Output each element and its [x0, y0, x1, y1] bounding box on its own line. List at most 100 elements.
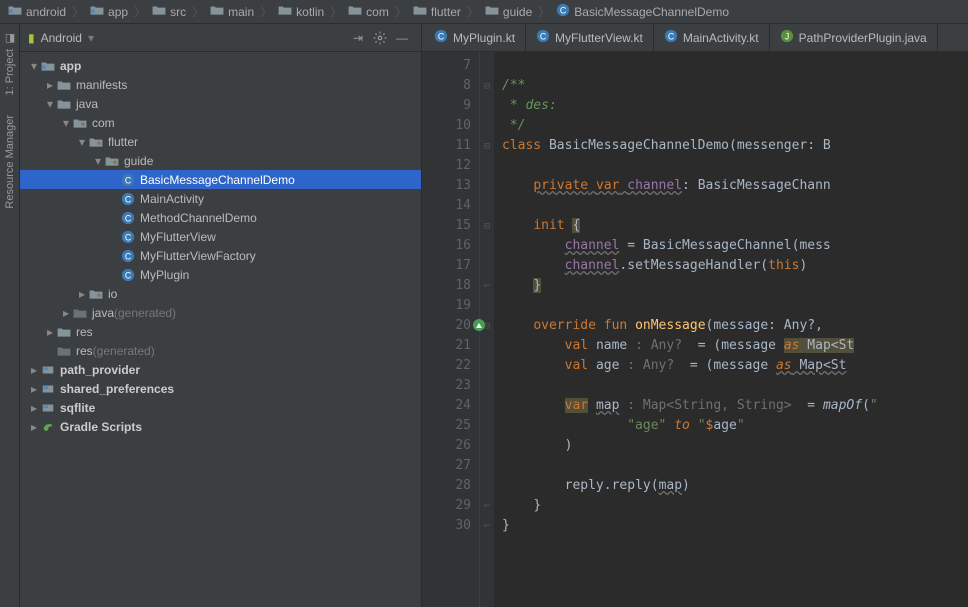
tree-row[interactable]: ▾guide [20, 151, 421, 170]
chevron-right-icon[interactable]: ▸ [60, 306, 72, 320]
gear-icon[interactable] [369, 27, 391, 49]
code-line[interactable]: channel.setMessageHandler(this) [502, 256, 968, 276]
editor-tab[interactable]: CMyFlutterView.kt [526, 24, 654, 51]
code-line[interactable] [502, 376, 968, 396]
override-gutter-icon[interactable] [473, 319, 485, 331]
line-number[interactable]: 24 [422, 396, 471, 416]
breadcrumb-item[interactable]: guide [481, 4, 536, 19]
chevron-right-icon[interactable]: ▸ [28, 382, 40, 396]
line-number[interactable]: 8 [422, 76, 471, 96]
line-number[interactable]: 13 [422, 176, 471, 196]
line-number[interactable]: 18 [422, 276, 471, 296]
editor-tab[interactable]: CMyPlugin.kt [424, 24, 526, 51]
chevron-down-icon[interactable]: ▾ [92, 154, 104, 168]
code-line[interactable]: } [502, 496, 968, 516]
tree-row[interactable]: ▸java (generated) [20, 303, 421, 322]
code-line[interactable] [502, 296, 968, 316]
code-line[interactable]: val name : Any? = (message as Map<St [502, 336, 968, 356]
code-line[interactable]: */ [502, 116, 968, 136]
tool-tab-project[interactable]: 1: Project ◧ [4, 32, 16, 95]
chevron-down-icon[interactable]: ▾ [28, 59, 40, 73]
code-line[interactable]: channel = BasicMessageChannel(mess [502, 236, 968, 256]
code-line[interactable]: /** [502, 76, 968, 96]
code-area[interactable]: 7891011121314151617181920212223242526272… [422, 52, 968, 607]
line-number[interactable]: 23 [422, 376, 471, 396]
line-number[interactable]: 10 [422, 116, 471, 136]
code-line[interactable]: init { [502, 216, 968, 236]
code-content[interactable]: /** * des: */class BasicMessageChannelDe… [494, 52, 968, 607]
code-line[interactable]: var map : Map<String, String> = mapOf(" [502, 396, 968, 416]
chevron-down-icon[interactable]: ▾ [76, 135, 88, 149]
line-number[interactable]: 16 [422, 236, 471, 256]
code-line[interactable]: override fun onMessage(message: Any?, [502, 316, 968, 336]
line-number[interactable]: 19 [422, 296, 471, 316]
code-line[interactable]: val age : Any? = (message as Map<St [502, 356, 968, 376]
tree-row[interactable]: ▾java [20, 94, 421, 113]
tree-row[interactable]: CMainActivity [20, 189, 421, 208]
hide-icon[interactable]: — [391, 27, 413, 49]
fold-open-icon[interactable]: ⊟ [480, 216, 494, 236]
code-line[interactable]: * des: [502, 96, 968, 116]
tree-row[interactable]: CMethodChannelDemo [20, 208, 421, 227]
breadcrumb-item[interactable]: flutter [409, 4, 465, 19]
breadcrumb-item[interactable]: android [4, 4, 70, 19]
line-number[interactable]: 30 [422, 516, 471, 536]
chevron-right-icon[interactable]: ▸ [76, 287, 88, 301]
breadcrumb-item[interactable]: main [206, 4, 258, 19]
line-number[interactable]: 25 [422, 416, 471, 436]
line-number[interactable]: 29 [422, 496, 471, 516]
tree-row[interactable]: CBasicMessageChannelDemo [20, 170, 421, 189]
code-line[interactable] [502, 156, 968, 176]
code-line[interactable]: reply.reply(map) [502, 476, 968, 496]
tree-row[interactable]: CMyFlutterView [20, 227, 421, 246]
code-line[interactable]: class BasicMessageChannelDemo(messenger:… [502, 136, 968, 156]
editor-tab[interactable]: JPathProviderPlugin.java [770, 24, 938, 51]
line-number[interactable]: 21 [422, 336, 471, 356]
chevron-right-icon[interactable]: ▸ [28, 363, 40, 377]
code-line[interactable] [502, 196, 968, 216]
code-line[interactable] [502, 56, 968, 76]
fold-close-icon[interactable]: ⌐ [480, 276, 494, 296]
breadcrumb-item[interactable]: src [148, 4, 190, 19]
tree-row[interactable]: ▸manifests [20, 75, 421, 94]
tool-tab-resource-manager[interactable]: Resource Manager [4, 115, 16, 209]
breadcrumb-item[interactable]: kotlin [274, 4, 328, 19]
breadcrumb-item[interactable]: app [86, 4, 132, 19]
tree-row[interactable]: ▾app [20, 56, 421, 75]
tree-row[interactable]: ▾com [20, 113, 421, 132]
tree-row[interactable]: ▸shared_preferences [20, 379, 421, 398]
fold-open-icon[interactable]: ⊟ [480, 136, 494, 156]
chevron-down-icon[interactable]: ▾ [60, 116, 72, 130]
tree-row[interactable]: ▸io [20, 284, 421, 303]
editor-tab[interactable]: CMainActivity.kt [654, 24, 770, 51]
line-number[interactable]: 11 [422, 136, 471, 156]
line-gutter[interactable]: 7891011121314151617181920212223242526272… [422, 52, 480, 607]
line-number[interactable]: 14 [422, 196, 471, 216]
line-number[interactable]: 22 [422, 356, 471, 376]
code-line[interactable]: } [502, 276, 968, 296]
code-line[interactable] [502, 456, 968, 476]
tree-row[interactable]: ▾flutter [20, 132, 421, 151]
line-number[interactable]: 12 [422, 156, 471, 176]
fold-open-icon[interactable]: ⊟ [480, 76, 494, 96]
tree-row[interactable]: ▸Gradle Scripts [20, 417, 421, 436]
line-number[interactable]: 20 [422, 316, 471, 336]
breadcrumb-item[interactable]: CBasicMessageChannelDemo [552, 3, 733, 20]
line-number[interactable]: 27 [422, 456, 471, 476]
collapse-icon[interactable]: ⇥ [347, 27, 369, 49]
line-number[interactable]: 15 [422, 216, 471, 236]
tree-row[interactable]: ▸path_provider [20, 360, 421, 379]
line-number[interactable]: 26 [422, 436, 471, 456]
chevron-right-icon[interactable]: ▸ [28, 420, 40, 434]
chevron-down-icon[interactable]: ▾ [44, 97, 56, 111]
chevron-right-icon[interactable]: ▸ [44, 78, 56, 92]
tree-row[interactable]: CMyFlutterViewFactory [20, 246, 421, 265]
line-number[interactable]: 7 [422, 56, 471, 76]
tree-row[interactable]: ▸res [20, 322, 421, 341]
code-line[interactable]: private var channel: BasicMessageChann [502, 176, 968, 196]
breadcrumb-item[interactable]: com [344, 4, 393, 19]
project-tree[interactable]: ▾app▸manifests▾java▾com▾flutter▾guideCBa… [20, 52, 421, 607]
code-line[interactable]: ) [502, 436, 968, 456]
line-number[interactable]: 28 [422, 476, 471, 496]
view-mode-label[interactable]: Android [41, 31, 82, 45]
